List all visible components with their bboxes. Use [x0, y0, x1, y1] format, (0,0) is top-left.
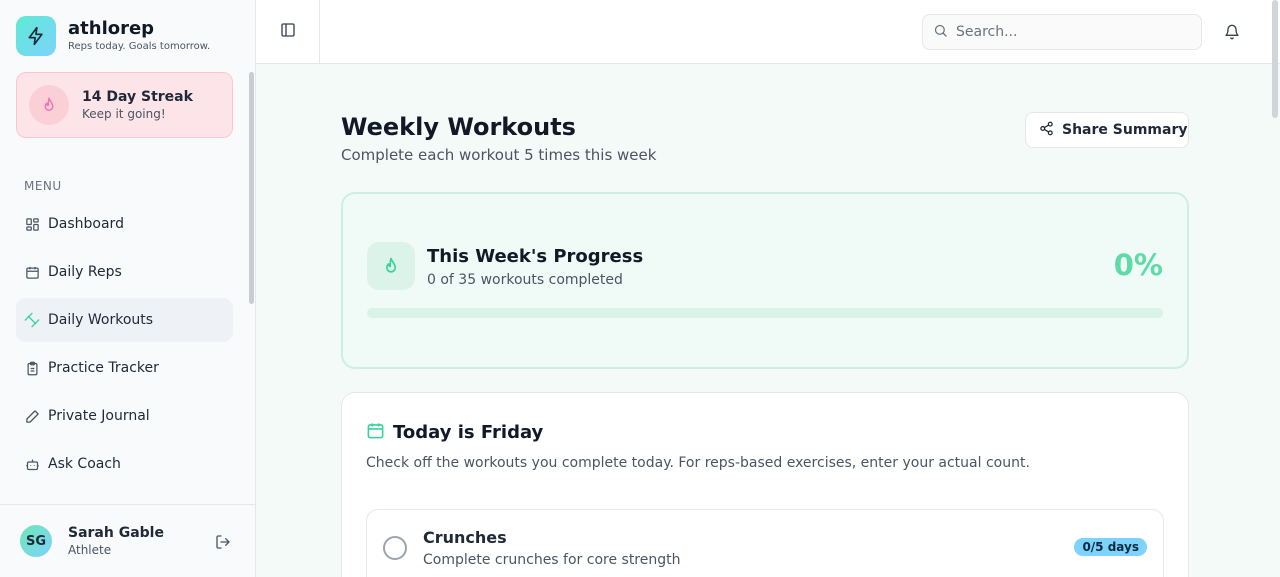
brand[interactable]: athlorep Reps today. Goals tomorrow. — [16, 16, 210, 56]
search-box[interactable] — [922, 14, 1202, 50]
sidebar-item-label: Dashboard — [48, 216, 124, 232]
sidebar-item-ask-coach[interactable]: Ask Coach — [16, 442, 233, 486]
dumbbell-icon — [24, 312, 40, 328]
bot-icon — [24, 456, 40, 472]
share-summary-button[interactable]: Share Summary — [1025, 112, 1189, 148]
flame-icon — [367, 242, 415, 290]
menu-section-label: MENU — [24, 179, 62, 193]
sidebar-item-dashboard[interactable]: Dashboard — [16, 202, 233, 246]
panel-left-icon — [280, 22, 296, 42]
sidebar-item-label: Practice Tracker — [48, 360, 159, 376]
search-input[interactable] — [956, 24, 1186, 40]
sidebar-item-label: Ask Coach — [48, 456, 121, 472]
sidebar-item-daily-workouts[interactable]: Daily Workouts — [16, 298, 233, 342]
sidebar-item-label: Private Journal — [48, 408, 150, 424]
brand-name: athlorep — [68, 18, 155, 39]
page-scrollbar[interactable] — [1272, 0, 1278, 118]
avatar[interactable]: SG — [18, 523, 54, 559]
workout-checkbox[interactable] — [383, 536, 407, 560]
sidebar-item-label: Daily Reps — [48, 264, 122, 280]
progress-subtitle: 0 of 35 workouts completed — [427, 272, 623, 288]
top-bar — [256, 0, 1280, 64]
page-subtitle: Complete each workout 5 times this week — [341, 146, 657, 164]
calendar-icon — [24, 264, 40, 280]
today-card: Today is Friday Check off the workouts y… — [341, 392, 1189, 577]
user-role: Athlete — [68, 543, 112, 557]
progress-title: This Week's Progress — [427, 246, 644, 267]
brand-tagline: Reps today. Goals tomorrow. — [68, 41, 211, 52]
sidebar-item-private-journal[interactable]: Private Journal — [16, 394, 233, 438]
sidebar-item-daily-reps[interactable]: Daily Reps — [16, 250, 233, 294]
pen-icon — [24, 408, 40, 424]
user-name: Sarah Gable — [68, 525, 164, 541]
lightning-icon — [16, 16, 56, 56]
streak-card: 14 Day Streak Keep it going! — [16, 72, 233, 138]
workout-description: Complete crunches for core strength — [423, 552, 681, 568]
workout-item[interactable]: Crunches Complete crunches for core stre… — [366, 509, 1164, 577]
share-icon — [1039, 121, 1054, 140]
page-title: Weekly Workouts — [341, 113, 576, 141]
share-summary-label: Share Summary — [1062, 122, 1188, 138]
workout-name: Crunches — [423, 528, 507, 547]
calendar-icon — [366, 421, 385, 444]
user-profile: SG Sarah Gable Athlete — [0, 504, 255, 577]
today-title: Today is Friday — [393, 422, 544, 443]
sidebar-scrollbar[interactable] — [249, 72, 254, 304]
logout-icon[interactable] — [214, 533, 232, 551]
sidebar: athlorep Reps today. Goals tomorrow. 14 … — [0, 0, 256, 577]
clipboard-icon — [24, 360, 40, 376]
workout-days-badge: 0/5 days — [1074, 538, 1147, 556]
sidebar-nav: Dashboard Daily Reps Daily Workouts Prac… — [16, 202, 233, 490]
progress-bar — [367, 308, 1163, 318]
grid-icon — [24, 216, 40, 232]
weekly-progress-card: This Week's Progress 0 of 35 workouts co… — [341, 192, 1189, 369]
streak-subtitle: Keep it going! — [82, 107, 166, 121]
bell-icon[interactable] — [1222, 22, 1242, 42]
today-description: Check off the workouts you complete toda… — [366, 455, 1030, 471]
sidebar-item-practice-tracker[interactable]: Practice Tracker — [16, 346, 233, 390]
sidebar-toggle-button[interactable] — [256, 0, 320, 63]
sidebar-item-label: Daily Workouts — [48, 312, 154, 328]
search-icon — [933, 23, 948, 42]
flame-icon — [29, 85, 69, 125]
progress-percent: 0% — [1113, 248, 1163, 282]
streak-title: 14 Day Streak — [82, 89, 193, 105]
